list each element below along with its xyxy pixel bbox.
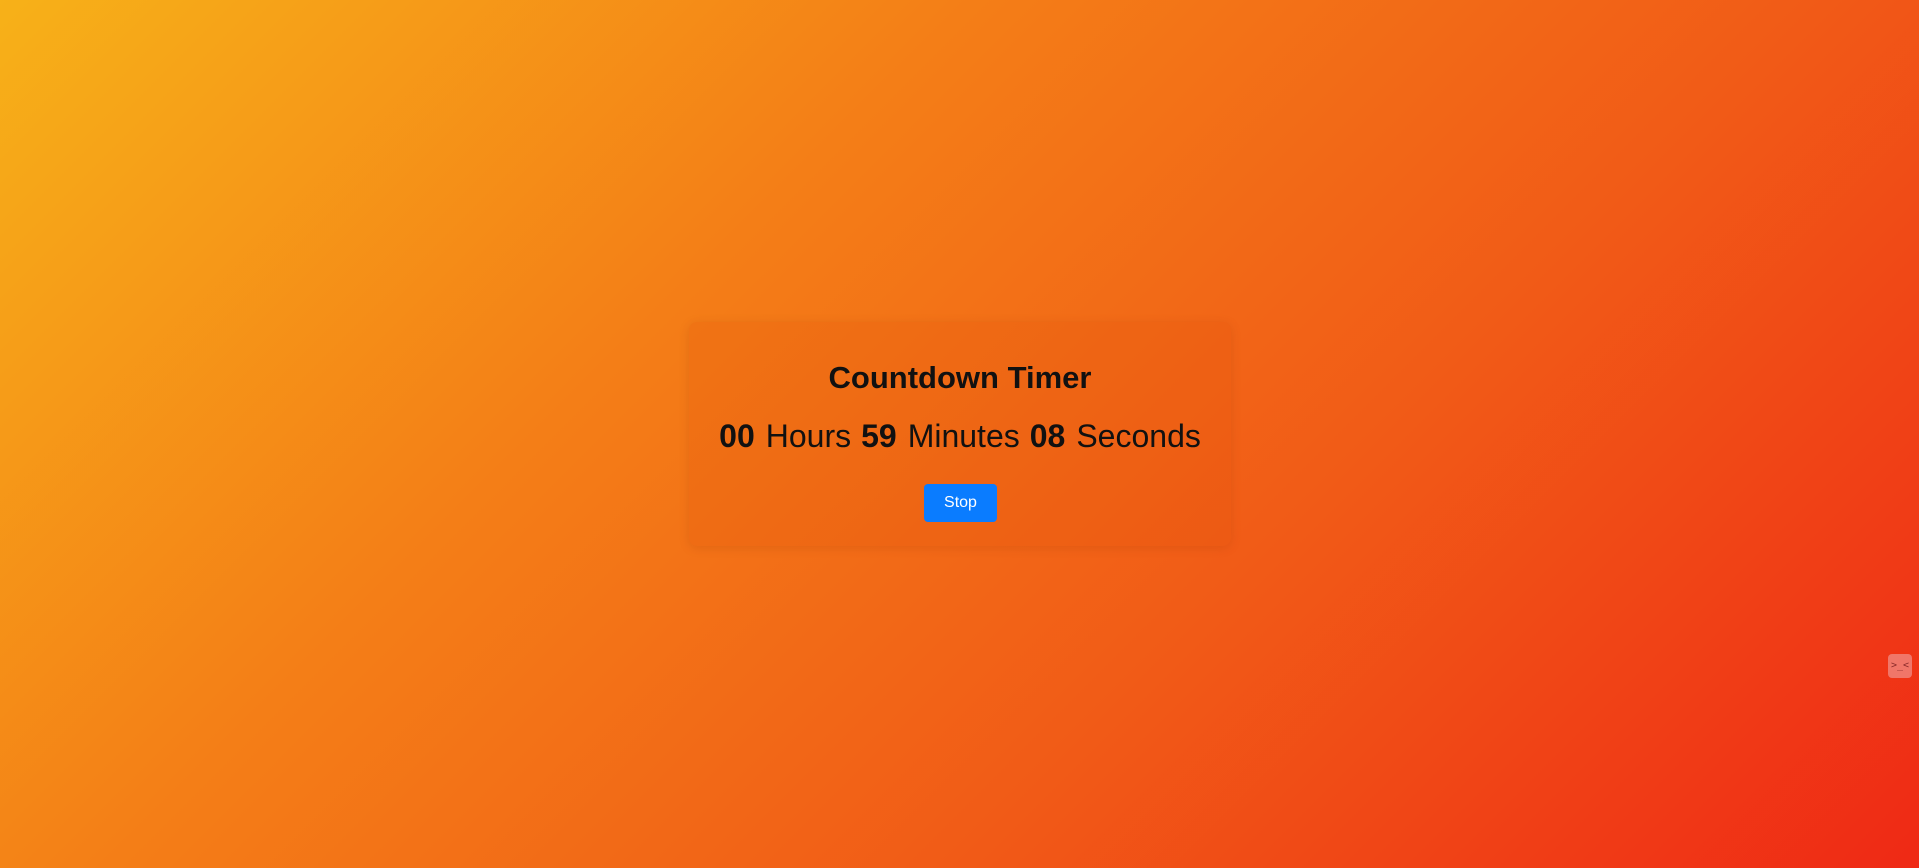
countdown-display: 00 Hours 59 Minutes 08 Seconds (689, 420, 1231, 452)
minutes-value: 59 (861, 418, 897, 454)
hours-label: Hours (765, 418, 852, 454)
countdown-card: Countdown Timer 00 Hours 59 Minutes 08 Second… (689, 322, 1231, 546)
stop-button[interactable]: Stop (924, 484, 997, 522)
page-title: Countdown Timer (828, 360, 1092, 395)
hours-value: 00 (719, 418, 755, 454)
minutes-label: Minutes (907, 418, 1020, 454)
seconds-value: 08 (1029, 418, 1066, 454)
seconds-label: Seconds (1076, 418, 1201, 454)
angry-face-icon[interactable]: >_< (1888, 654, 1912, 678)
